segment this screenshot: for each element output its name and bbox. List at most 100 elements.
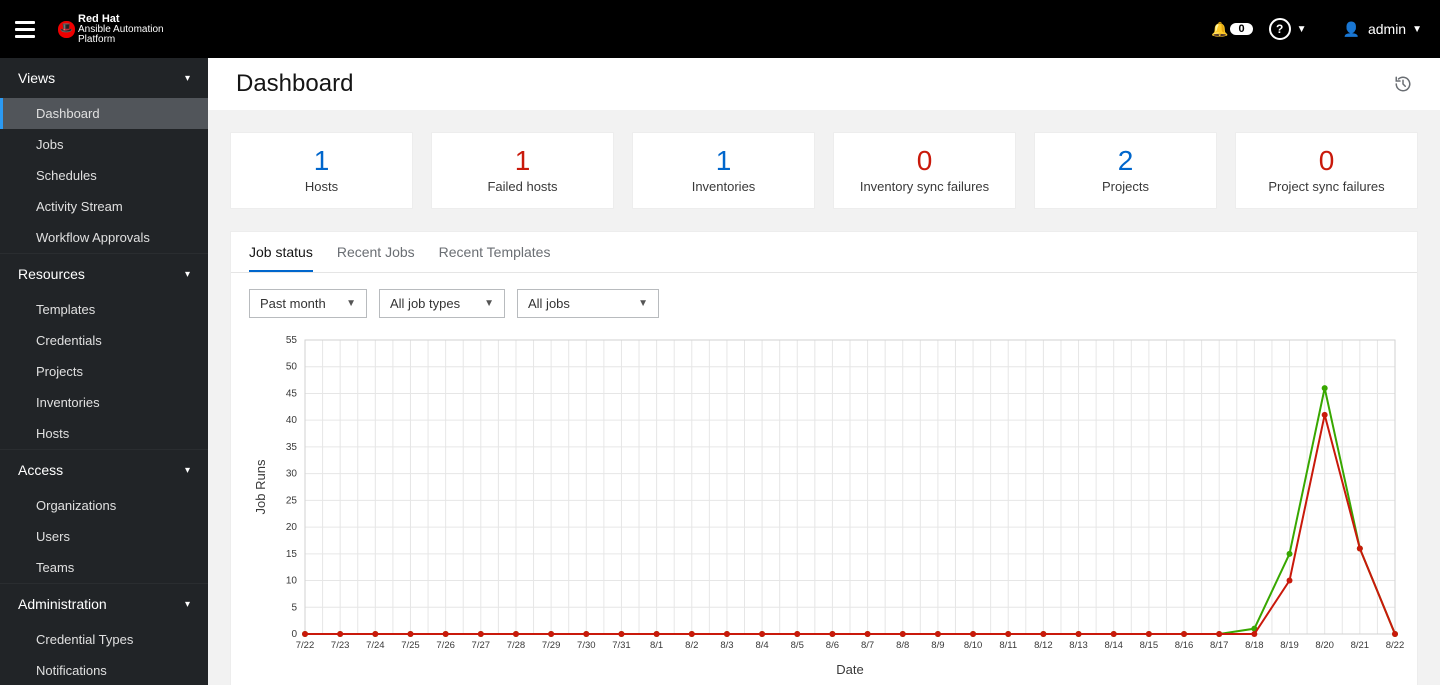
filter-select-1[interactable]: All job types▼ (379, 289, 505, 318)
job-status-chart: 05101520253035404550557/227/237/247/257/… (231, 334, 1417, 685)
notifications-count-badge: 0 (1230, 23, 1252, 35)
svg-text:8/12: 8/12 (1034, 640, 1053, 651)
sidebar-item-credential-types[interactable]: Credential Types (0, 624, 208, 655)
nav-toggle-button[interactable] (10, 14, 40, 44)
user-menu-button[interactable]: 👤 admin ▼ (1343, 21, 1422, 38)
chevron-down-icon: ▾ (185, 599, 190, 610)
svg-text:8/20: 8/20 (1315, 640, 1334, 651)
brand-name: Red Hat (78, 14, 164, 25)
svg-text:35: 35 (286, 442, 298, 453)
sidebar-section-views[interactable]: Views ▾ (0, 58, 208, 98)
sidebar-item-templates[interactable]: Templates (0, 294, 208, 325)
sidebar-item-users[interactable]: Users (0, 521, 208, 552)
svg-text:7/26: 7/26 (436, 640, 455, 651)
sidebar-section-administration[interactable]: Administration▾ (0, 584, 208, 624)
summary-card-label: Project sync failures (1244, 179, 1409, 194)
svg-text:8/5: 8/5 (791, 640, 804, 651)
sidebar-section-access[interactable]: Access▾ (0, 450, 208, 490)
svg-text:15: 15 (286, 549, 298, 560)
sidebar-item-schedules[interactable]: Schedules (0, 160, 208, 191)
sidebar-section-label: Resources (18, 266, 85, 282)
brand-logo: 🎩 Red Hat Ansible Automation Platform (58, 17, 164, 41)
sidebar-item-teams[interactable]: Teams (0, 552, 208, 583)
svg-text:30: 30 (286, 469, 298, 480)
sidebar-item-credentials[interactable]: Credentials (0, 325, 208, 356)
summary-card-project-sync-failures[interactable]: 0Project sync failures (1235, 132, 1418, 209)
svg-text:8/11: 8/11 (999, 640, 1017, 651)
svg-text:7/24: 7/24 (366, 640, 385, 651)
filter-value: All job types (390, 296, 460, 311)
sidebar-item-organizations[interactable]: Organizations (0, 490, 208, 521)
svg-text:8/13: 8/13 (1069, 640, 1088, 651)
user-icon: 👤 (1343, 21, 1360, 38)
svg-text:55: 55 (286, 335, 298, 346)
sidebar-item-dashboard[interactable]: Dashboard (0, 98, 208, 129)
chevron-down-icon: ▾ (185, 73, 190, 84)
svg-text:5: 5 (291, 602, 297, 613)
svg-text:8/21: 8/21 (1351, 640, 1370, 651)
help-menu-button[interactable]: ? ▼ (1269, 18, 1307, 40)
summary-card-label: Inventories (641, 179, 806, 194)
activity-stream-button[interactable] (1394, 75, 1412, 93)
filter-select-0[interactable]: Past month▼ (249, 289, 367, 318)
svg-text:Date: Date (836, 662, 863, 677)
sidebar-item-activity-stream[interactable]: Activity Stream (0, 191, 208, 222)
svg-text:8/18: 8/18 (1245, 640, 1264, 651)
main-content: Dashboard 1Hosts1Failed hosts1Inventorie… (208, 58, 1440, 685)
svg-text:8/3: 8/3 (720, 640, 733, 651)
caret-down-icon: ▼ (638, 298, 648, 309)
summary-card-value: 2 (1043, 145, 1208, 177)
svg-text:50: 50 (286, 362, 298, 373)
svg-text:8/6: 8/6 (826, 640, 839, 651)
svg-text:7/29: 7/29 (542, 640, 561, 651)
svg-text:7/23: 7/23 (331, 640, 350, 651)
bell-icon: 🔔 (1211, 21, 1228, 38)
svg-text:7/31: 7/31 (612, 640, 631, 651)
summary-card-projects[interactable]: 2 Projects (1034, 132, 1217, 209)
svg-text:8/17: 8/17 (1210, 640, 1229, 651)
svg-text:8/4: 8/4 (755, 640, 768, 651)
sidebar-section-label: Views (18, 70, 55, 86)
sidebar-item-projects[interactable]: Projects (0, 356, 208, 387)
sidebar-item-hosts[interactable]: Hosts (0, 418, 208, 449)
tab-recent-jobs[interactable]: Recent Jobs (337, 244, 415, 272)
user-label: admin (1368, 21, 1406, 37)
svg-text:8/19: 8/19 (1280, 640, 1299, 651)
summary-card-value: 0 (842, 145, 1007, 177)
sidebar-item-workflow-approvals[interactable]: Workflow Approvals (0, 222, 208, 253)
page-title: Dashboard (236, 70, 353, 98)
svg-text:8/16: 8/16 (1175, 640, 1194, 651)
svg-text:0: 0 (291, 629, 297, 640)
summary-card-label: Inventory sync failures (842, 179, 1007, 194)
notifications-button[interactable]: 🔔 0 (1211, 21, 1253, 38)
svg-text:7/22: 7/22 (296, 640, 315, 651)
brand-product-line2: Platform (78, 35, 164, 45)
svg-text:8/14: 8/14 (1104, 640, 1123, 651)
sidebar-section-resources[interactable]: Resources▾ (0, 254, 208, 294)
summary-card-hosts[interactable]: 1Hosts (230, 132, 413, 209)
summary-card-failed-hosts[interactable]: 1Failed hosts (431, 132, 614, 209)
svg-text:8/10: 8/10 (964, 640, 983, 651)
history-icon (1394, 75, 1412, 93)
filter-select-2[interactable]: All jobs▼ (517, 289, 659, 318)
brand-product-line1: Ansible Automation (78, 25, 164, 35)
tab-recent-templates[interactable]: Recent Templates (439, 244, 551, 272)
svg-text:8/22: 8/22 (1386, 640, 1405, 651)
tabs: Job status Recent Jobs Recent Templates (231, 232, 1417, 273)
summary-card-inventories[interactable]: 1Inventories (632, 132, 815, 209)
summary-card-inventory-sync-failures[interactable]: 0 Inventory sync failures (833, 132, 1016, 209)
svg-text:Job Runs: Job Runs (253, 459, 268, 514)
svg-text:7/27: 7/27 (472, 640, 491, 651)
summary-card-label: Projects (1043, 179, 1208, 194)
summary-cards: 1Hosts1Failed hosts1Inventories 0 Inventor… (230, 132, 1418, 209)
chevron-down-icon: ▾ (185, 465, 190, 476)
sidebar-item-inventories[interactable]: Inventories (0, 387, 208, 418)
redhat-icon: 🎩 (58, 21, 75, 38)
tab-job-status[interactable]: Job status (249, 244, 313, 272)
sidebar-item-notifications[interactable]: Notifications (0, 655, 208, 685)
sidebar-item-jobs[interactable]: Jobs (0, 129, 208, 160)
svg-text:45: 45 (286, 388, 298, 399)
sidebar-nav[interactable]: Views ▾ DashboardJobsSchedulesActivity Str… (0, 58, 208, 685)
svg-text:7/30: 7/30 (577, 640, 596, 651)
filter-value: Past month (260, 296, 326, 311)
